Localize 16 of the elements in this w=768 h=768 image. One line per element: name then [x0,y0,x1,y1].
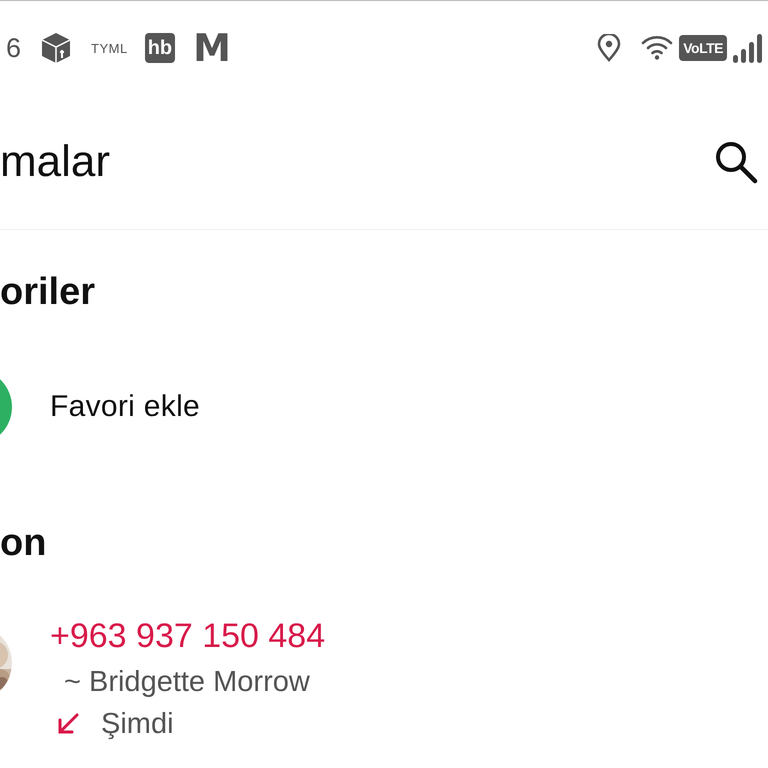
section-title: oriler [0,270,96,315]
app-label: TYML [91,40,128,56]
page-title: malar [0,137,110,187]
phone-number[interactable]: +963 937 150 484 [50,616,326,656]
volte-badge: VoLTE [679,35,727,61]
cube-icon [41,32,72,64]
contact-name: ~ Bridgette Morrow [64,665,311,700]
app-logo: M [193,26,229,70]
call-time: Şimdi [101,708,174,740]
app-badge: hb [144,33,176,63]
add-favorite-label[interactable]: Favori ekle [50,390,200,424]
search-icon[interactable] [714,140,758,184]
location-icon [597,34,622,62]
wifi-icon [641,35,674,61]
clock-text: 6 [6,32,22,64]
section-title: on [0,521,48,566]
